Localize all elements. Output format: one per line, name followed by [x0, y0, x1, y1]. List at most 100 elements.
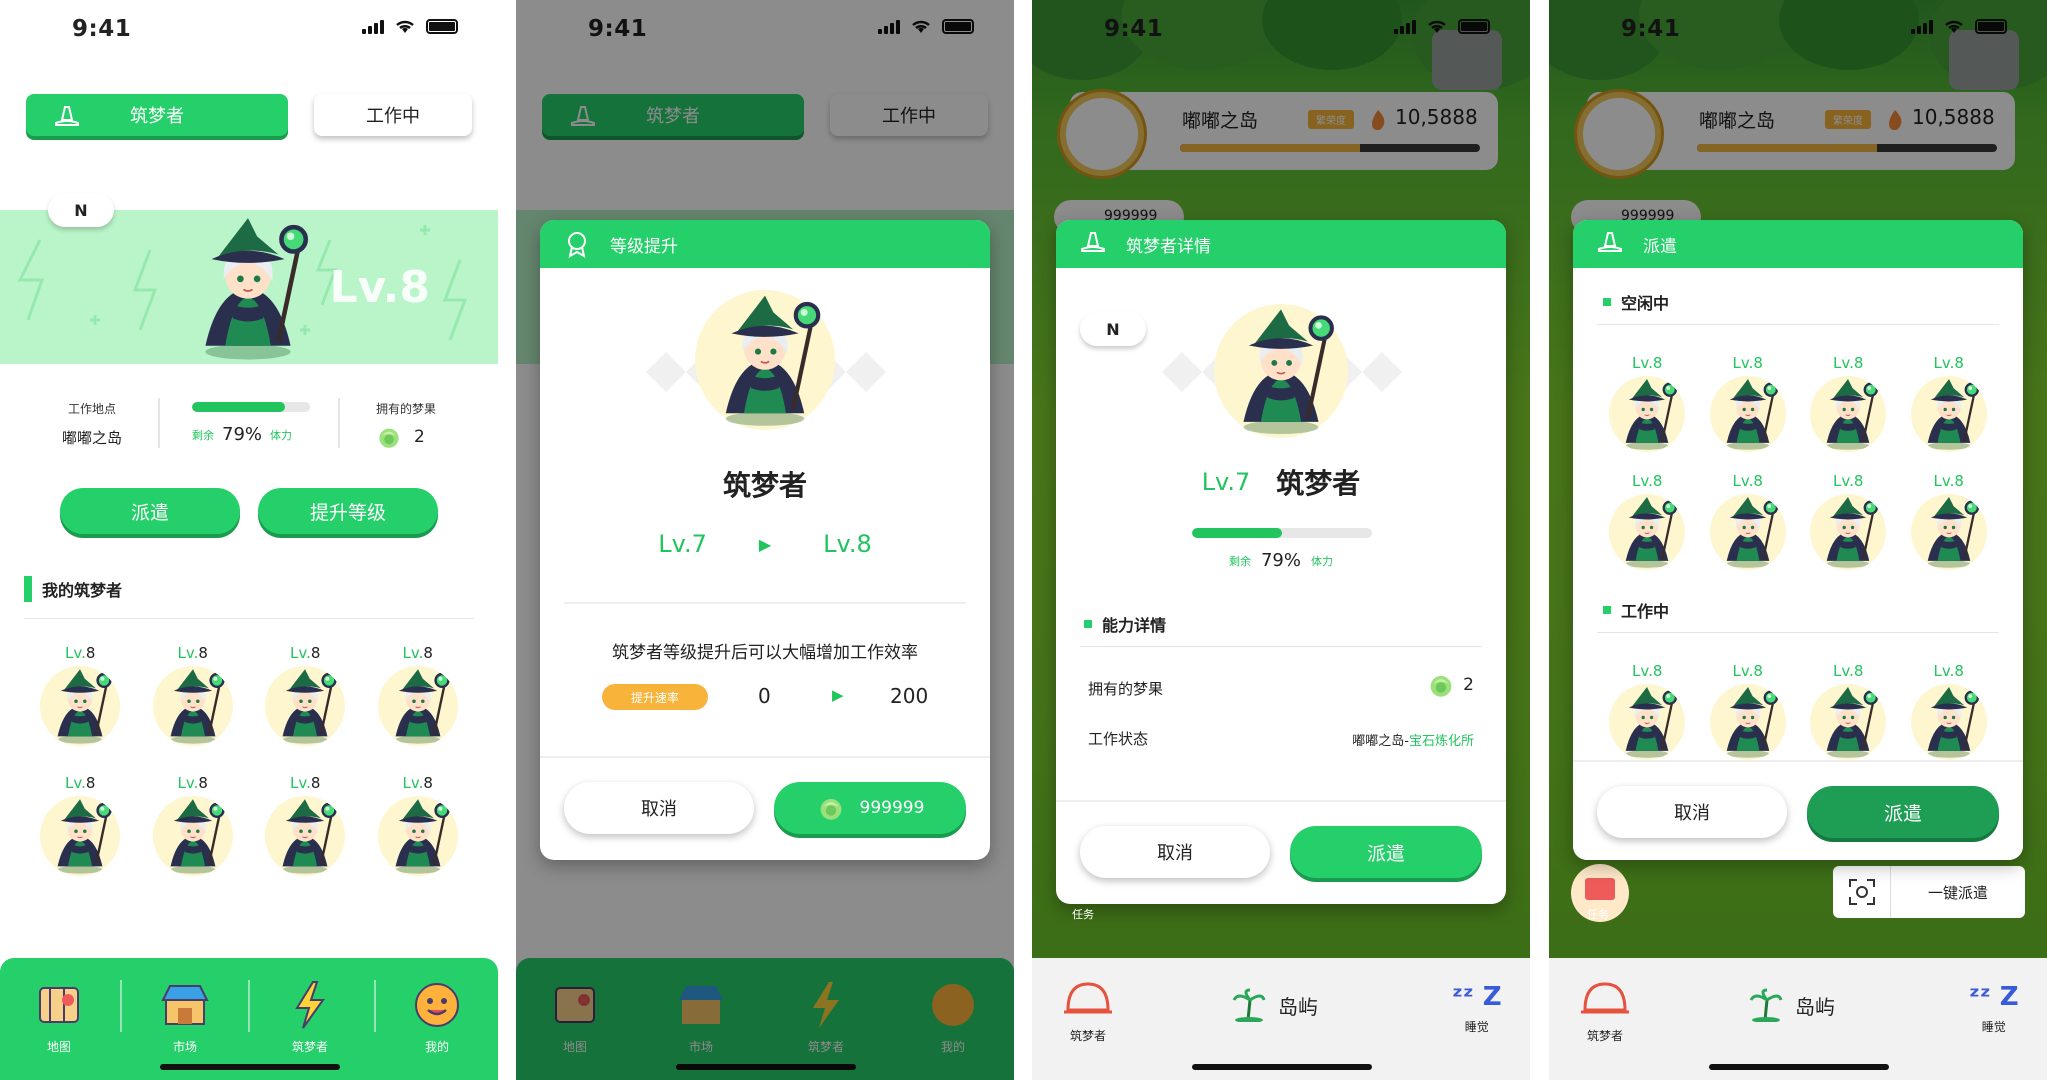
builder-level: Lv.8 [403, 774, 433, 792]
task-label: 任务 [1587, 908, 1609, 921]
builder-card[interactable]: Lv.8 [1899, 472, 2000, 570]
helmet-icon [1064, 982, 1112, 1014]
signal-icon [362, 20, 384, 34]
nav-map[interactable]: 地图 [14, 978, 104, 1055]
nav-builder-label: 筑梦者 [1586, 1029, 1623, 1043]
sleep-icon: ᶻᶻ Z [1969, 982, 2019, 1012]
pay-upgrade-button[interactable]: 999999 [774, 782, 966, 834]
nav-profile-label: 我的 [424, 1040, 449, 1054]
builder-card[interactable]: Lv.8 [1597, 354, 1698, 452]
stamina-label: 体力 [270, 428, 293, 442]
scan-icon [1833, 866, 1891, 918]
wifi-icon [396, 20, 414, 33]
level-number: 8 [310, 774, 321, 792]
stats-row: 工作地点 嘟嘟之岛 剩余 79% 体力 拥有的梦果 2 [0, 398, 498, 454]
builder-card[interactable]: Lv.8 [1597, 662, 1698, 760]
builder-card[interactable]: Lv.8 [1899, 354, 2000, 452]
builder-card[interactable]: Lv.8 [1798, 472, 1899, 570]
fruit-count: 2 [1463, 675, 1474, 695]
one-click-dispatch-button[interactable]: 一键派遣 [1833, 866, 2025, 918]
modal-title: 筑梦者详情 [1126, 236, 1211, 257]
builder-card[interactable]: Lv.8 [1698, 472, 1799, 570]
nav-island-label: 岛屿 [1795, 994, 1835, 1019]
upgrade-button[interactable]: 提升等级 [258, 488, 438, 534]
dispatch-button[interactable]: 派遣 [1290, 826, 1482, 878]
builder-card[interactable]: Lv.8 [362, 774, 475, 876]
task-label[interactable]: 任务 [1072, 906, 1094, 922]
stamina-block: 剩余 79% 体力 [192, 402, 310, 445]
stamina-text: 剩余 79% 体力 [1056, 550, 1506, 571]
nav-builder[interactable]: 筑梦者 [1062, 976, 1114, 1044]
builder-card[interactable]: Lv.8 [1798, 354, 1899, 452]
builder-card[interactable]: Lv.8 [24, 644, 137, 746]
tab-builder[interactable]: 筑梦者 [26, 94, 288, 136]
cancel-button[interactable]: 取消 [1080, 826, 1270, 878]
builder-list[interactable]: 空闲中 Lv.8 Lv.8 Lv.8 Lv.8 Lv.8 Lv.8 Lv.8 Lv.8 工作中… [1573, 268, 2023, 762]
level-prefix: Lv. [402, 774, 424, 792]
builder-avatar [152, 666, 233, 746]
builder-avatar [377, 666, 458, 746]
cancel-button[interactable]: 取消 [1597, 786, 1787, 838]
builder-card[interactable]: Lv.8 [1798, 662, 1899, 760]
idle-title: 空闲中 [1621, 294, 1670, 313]
level-prefix: Lv. [65, 644, 86, 662]
modal-footer: 取消 派遣 [1573, 760, 2023, 860]
medal-icon [568, 232, 586, 258]
rate-tag: 提升速率 [602, 684, 708, 710]
work-status-link[interactable]: 宝石炼化所 [1409, 734, 1474, 749]
working-builders-grid: Lv.8 Lv.8 Lv.8 Lv.8 [1597, 662, 1999, 760]
level-prefix: Lv. [177, 644, 199, 662]
nav-builder[interactable]: 筑梦者 [265, 978, 355, 1055]
builder-card[interactable]: Lv.8 [1597, 472, 1698, 570]
builder-avatar [152, 796, 233, 876]
dispatch-button-label: 派遣 [1883, 802, 1922, 825]
dream-fruit-icon [816, 795, 846, 821]
nav-builder[interactable]: 筑梦者 [1579, 976, 1631, 1044]
tab-working[interactable]: 工作中 [314, 94, 472, 136]
nav-sleep[interactable]: ᶻᶻ Z 睡觉 [1452, 982, 1502, 1035]
builder-card[interactable]: Lv.8 [137, 774, 250, 876]
builder-level: Lv.8 [65, 644, 95, 662]
level-prefix: Lv. [177, 774, 199, 792]
cost-value: 999999 [859, 798, 925, 818]
dispatch-button[interactable]: 派遣 [60, 488, 240, 534]
remain-label: 剩余 [1228, 554, 1251, 568]
builder-card[interactable]: Lv.8 [362, 644, 475, 746]
arrow-right-icon: ▶ [832, 686, 844, 704]
modal-footer: 取消 999999 [540, 756, 990, 860]
builder-detail-screen: 9:41 嘟嘟之岛 繁荣度 10,5888 999999 筑梦者 岛屿 ᶻᶻ Z… [1032, 0, 1530, 1080]
builder-character [1214, 304, 1348, 438]
stamina-percent: 79% [222, 424, 263, 445]
work-location-label: 工作地点 [68, 402, 117, 416]
builder-card[interactable]: Lv.8 [249, 774, 362, 876]
builder-card[interactable]: Lv.8 [1698, 662, 1799, 760]
level-number: 8 [198, 644, 208, 662]
builder-card[interactable]: Lv.8 [24, 774, 137, 876]
level-number: 8 [423, 644, 433, 662]
level-to: Lv.8 [823, 530, 872, 558]
dispatch-button[interactable]: 派遣 [1807, 786, 1999, 838]
builder-card[interactable]: Lv.8 [249, 644, 362, 746]
nav-market[interactable]: 市场 [140, 978, 230, 1055]
builder-card[interactable]: Lv.8 [1698, 354, 1799, 452]
nav-island[interactable]: 岛屿 [1749, 988, 1835, 1022]
nav-builder-label: 筑梦者 [1069, 1029, 1106, 1043]
rarity-badge-text: N [74, 200, 88, 220]
nav-island[interactable]: 岛屿 [1232, 988, 1318, 1022]
builder-avatar [1910, 494, 1987, 570]
builder-card[interactable]: Lv.8 [1899, 662, 2000, 760]
home-indicator [1192, 1064, 1372, 1070]
working-title: 工作中 [1621, 602, 1670, 621]
working-header: 工作中 [1603, 598, 1669, 622]
modal-header: 派遣 [1573, 220, 2023, 268]
nav-profile[interactable]: 我的 [392, 978, 482, 1055]
cancel-button[interactable]: 取消 [564, 782, 754, 834]
builder-level: Lv.8 [1632, 354, 1663, 372]
level-up-screen: 9:41 筑梦者 工作中 地图 市场 筑梦者 我的 等级提升 筑梦者 Lv.7 [516, 0, 1014, 1080]
nav-sleep[interactable]: ᶻᶻ Z 睡觉 [1969, 982, 2019, 1035]
dream-fruit-icon [376, 425, 402, 449]
home-indicator [160, 1064, 340, 1070]
dispatch-screen: 9:41 嘟嘟之岛 繁荣度 10,5888 999999 任务 一键派遣 筑梦者… [1549, 0, 2047, 1080]
builder-card[interactable]: Lv.8 [137, 644, 250, 746]
map-icon [32, 978, 86, 1032]
